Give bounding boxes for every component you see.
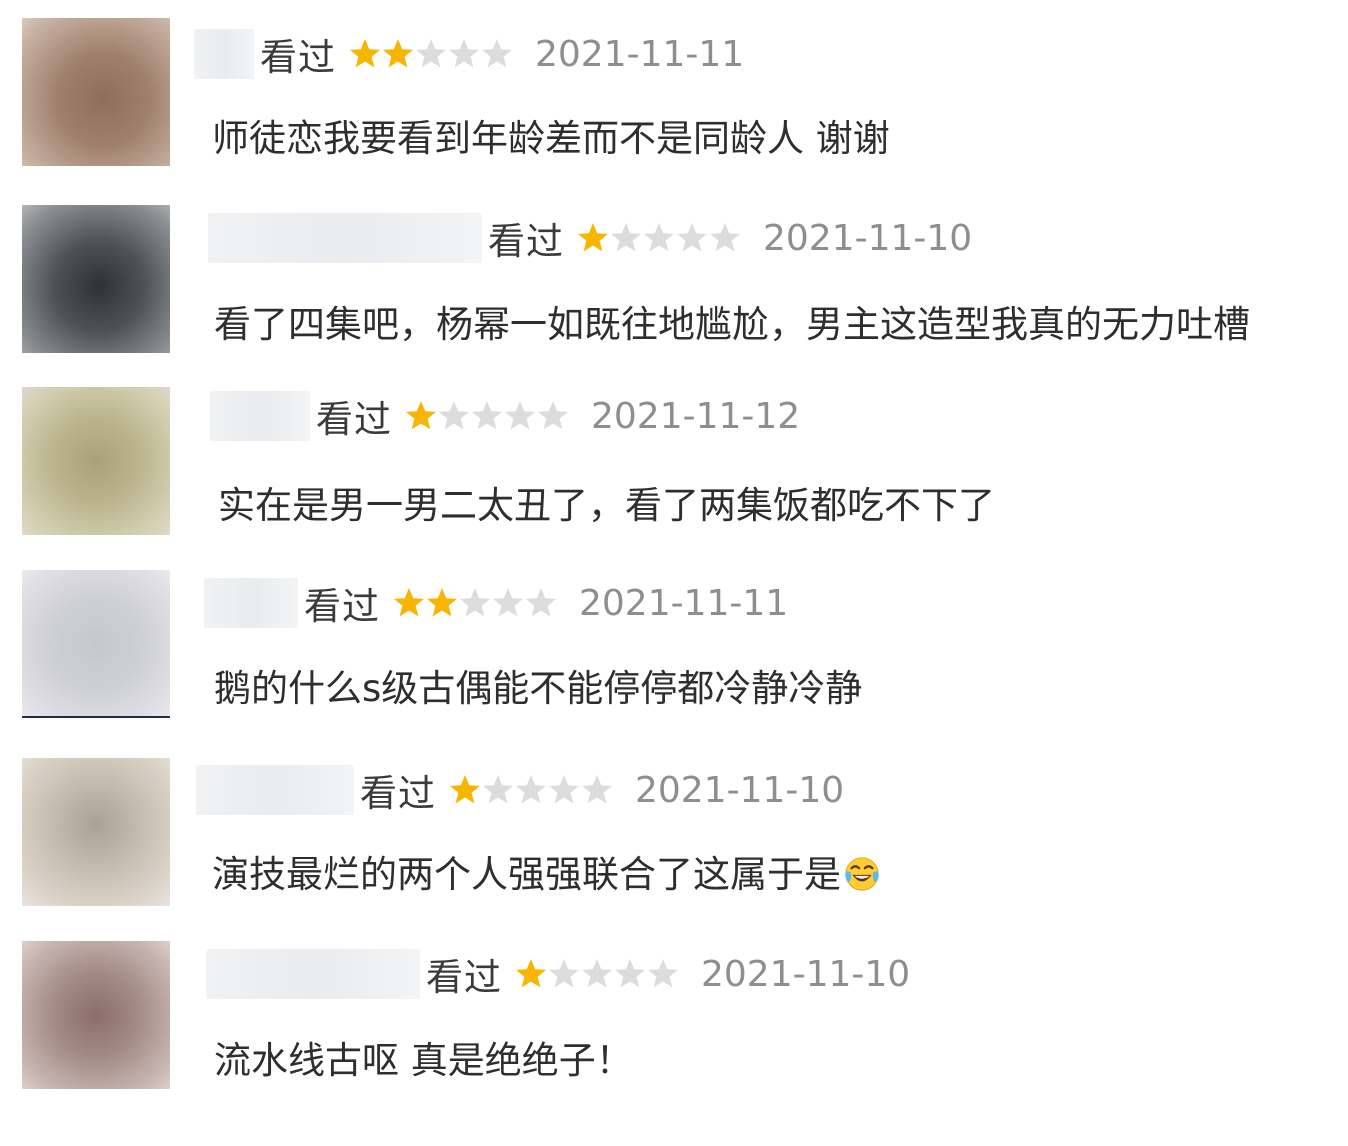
star-empty-icon [472, 401, 502, 430]
star-empty-icon [483, 775, 513, 804]
star-empty-icon [615, 959, 645, 988]
star-empty-icon [582, 775, 612, 804]
avatar[interactable] [22, 205, 170, 353]
username-redacted[interactable] [206, 949, 420, 999]
star-empty-icon [538, 401, 568, 430]
star-empty-icon [677, 223, 707, 252]
star-empty-icon [516, 775, 546, 804]
star-rating [514, 957, 679, 991]
watched-status: 看过 [360, 772, 436, 815]
watched-status: 看过 [426, 956, 502, 999]
star-rating [404, 399, 569, 433]
review-date: 2021-11-10 [763, 217, 973, 259]
star-filled-icon [406, 401, 436, 430]
star-empty-icon [644, 223, 674, 252]
star-filled-icon [350, 39, 380, 68]
star-empty-icon [449, 39, 479, 68]
review-comment: 鹅的什么s级古偶能不能停停都冷静冷静 [214, 667, 863, 710]
review-comment: 实在是男一男二太丑了，看了两集饭都吃不下了 [218, 484, 995, 527]
review-comment: 师徒恋我要看到年龄差而不是同龄人 谢谢 [212, 117, 890, 160]
username-redacted[interactable] [210, 391, 310, 441]
review-date: 2021-11-10 [701, 953, 911, 995]
avatar[interactable] [22, 758, 170, 906]
star-filled-icon [578, 223, 608, 252]
star-empty-icon [526, 588, 556, 617]
star-rating [392, 586, 557, 620]
watched-status: 看过 [488, 220, 564, 263]
laughing-crying-emoji-icon [845, 857, 879, 891]
star-empty-icon [549, 775, 579, 804]
star-filled-icon [383, 39, 413, 68]
watched-status: 看过 [304, 585, 380, 628]
username-redacted[interactable] [194, 29, 254, 79]
star-rating [576, 221, 741, 255]
username-redacted[interactable] [196, 765, 354, 815]
star-empty-icon [460, 588, 490, 617]
avatar[interactable] [22, 18, 170, 166]
review-date: 2021-11-11 [579, 582, 789, 624]
star-empty-icon [505, 401, 535, 430]
review-date: 2021-11-12 [591, 395, 801, 437]
star-filled-icon [516, 959, 546, 988]
star-filled-icon [427, 588, 457, 617]
star-empty-icon [549, 959, 579, 988]
username-redacted[interactable] [208, 213, 482, 263]
watched-status: 看过 [260, 36, 336, 79]
avatar[interactable] [22, 941, 170, 1089]
star-rating [348, 37, 513, 71]
avatar[interactable] [22, 570, 170, 718]
star-rating [448, 773, 613, 807]
username-redacted[interactable] [204, 578, 298, 628]
watched-status: 看过 [316, 398, 392, 441]
review-comment: 看了四集吧，杨幂一如既往地尴尬，男主这造型我真的无力吐槽 [214, 303, 1250, 346]
star-filled-icon [394, 588, 424, 617]
star-empty-icon [611, 223, 641, 252]
avatar[interactable] [22, 387, 170, 535]
review-comment: 演技最烂的两个人强强联合了这属于是 [212, 844, 881, 898]
star-empty-icon [710, 223, 740, 252]
star-empty-icon [439, 401, 469, 430]
star-empty-icon [648, 959, 678, 988]
star-empty-icon [582, 959, 612, 988]
star-empty-icon [493, 588, 523, 617]
star-empty-icon [482, 39, 512, 68]
review-date: 2021-11-10 [635, 769, 845, 811]
review-comment: 流水线古呕 真是绝绝子！ [214, 1039, 633, 1082]
star-filled-icon [450, 775, 480, 804]
avatar-divider [22, 716, 170, 718]
star-empty-icon [416, 39, 446, 68]
review-date: 2021-11-11 [535, 33, 745, 75]
